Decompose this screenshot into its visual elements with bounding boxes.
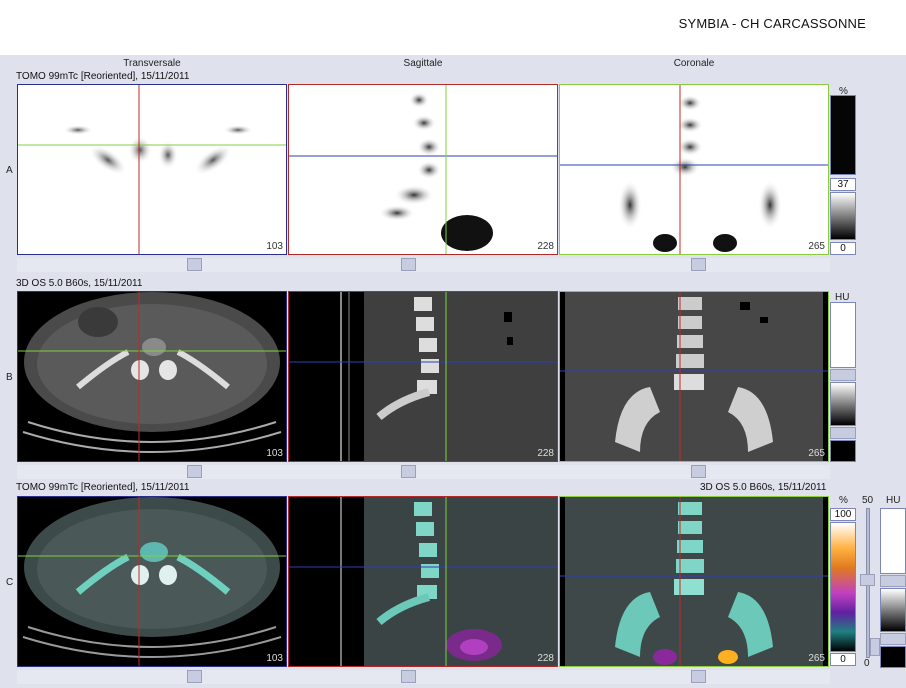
slice-slider-a-coronal[interactable] — [691, 258, 706, 271]
slice-number: 265 — [808, 653, 825, 664]
slider-track-c — [17, 670, 830, 684]
column-title-coronal: Coronale — [673, 58, 715, 69]
fusion-coronal-image — [560, 497, 828, 666]
row-label-a: A — [6, 165, 13, 176]
window-handle-b-upper[interactable] — [830, 369, 856, 381]
spect-coronal-image — [560, 85, 828, 254]
series-label-row-b: 3D OS 5.0 B60s, 15/11/2011 — [16, 278, 143, 289]
slice-number: 103 — [266, 241, 283, 252]
spect-sagittal-image — [289, 85, 557, 254]
colorbar-c-hu-lower — [880, 646, 906, 668]
ct-coronal-image — [560, 292, 828, 461]
slice-slider-c-sagittal[interactable] — [401, 670, 416, 683]
scale-c-hu-unit: HU — [886, 495, 901, 506]
window-handle-b-lower[interactable] — [830, 427, 856, 439]
scale-c-opacity-value: 50 — [862, 495, 874, 506]
slice-number: 265 — [808, 448, 825, 459]
window-handle-c-upper[interactable] — [880, 575, 906, 587]
viewport-c-transverse[interactable]: 103 — [17, 496, 287, 667]
slider-track-a — [17, 258, 830, 272]
fusion-sagittal-image — [289, 497, 557, 666]
viewport-c-sagittal[interactable]: 228 — [288, 496, 558, 667]
slice-slider-b-coronal[interactable] — [691, 465, 706, 478]
colorbar-b-upper — [830, 302, 856, 368]
column-title-transverse: Transversale — [123, 58, 181, 69]
slice-slider-a-transverse[interactable] — [187, 258, 202, 271]
scale-c-pct-unit: % — [839, 495, 848, 506]
row-label-c: C — [6, 577, 14, 588]
colorbar-b-lower — [830, 440, 856, 462]
colorbar-c-hu-gradient — [880, 588, 906, 632]
slice-number: 228 — [537, 448, 554, 459]
colorbar-a-upper — [830, 95, 856, 175]
viewport-c-coronal[interactable]: 265 — [559, 496, 829, 667]
colorbar-b-gradient — [830, 382, 856, 426]
slice-slider-a-sagittal[interactable] — [401, 258, 416, 271]
viewport-b-transverse[interactable]: 103 — [17, 291, 287, 462]
colorbar-c-pet — [830, 522, 856, 652]
slice-number: 265 — [808, 241, 825, 252]
viewport-a-coronal[interactable]: 265 — [559, 84, 829, 255]
slice-number: 103 — [266, 448, 283, 459]
row-label-b: B — [6, 372, 13, 383]
viewport-b-sagittal[interactable]: 228 — [288, 291, 558, 462]
column-title-sagittal: Sagittale — [403, 58, 443, 69]
slice-slider-c-transverse[interactable] — [187, 670, 202, 683]
slice-number: 103 — [266, 653, 283, 664]
slice-slider-b-transverse[interactable] — [187, 465, 202, 478]
slider-track-b — [17, 465, 830, 479]
opacity-slider-lower-handle[interactable] — [870, 638, 880, 656]
ct-transverse-image — [18, 292, 286, 461]
institution-title: SYMBIA - CH CARCASSONNE — [678, 16, 866, 31]
scale-c-pct-bottom[interactable]: 0 — [830, 653, 856, 666]
colorbar-c-hu-upper — [880, 508, 906, 574]
window-handle-c-lower[interactable] — [880, 633, 906, 645]
slice-slider-c-coronal[interactable] — [691, 670, 706, 683]
viewport-a-transverse[interactable]: 103 — [17, 84, 287, 255]
series-label-row-c: TOMO 99mTc [Reoriented], 15/11/2011 — [16, 482, 190, 493]
scale-a-top-value[interactable]: 37 — [830, 178, 856, 191]
fusion-transverse-image — [18, 497, 286, 666]
scale-c-pct-top[interactable]: 100 — [830, 508, 856, 521]
ct-sagittal-image — [289, 292, 557, 461]
viewport-a-sagittal[interactable]: 228 — [288, 84, 558, 255]
series-label-row-c-right: 3D OS 5.0 B60s, 15/11/2011 — [700, 482, 827, 493]
scale-c-opacity-bottom: 0 — [864, 658, 870, 669]
scale-a-bottom-value[interactable]: 0 — [830, 242, 856, 255]
opacity-slider-handle[interactable] — [860, 574, 875, 586]
viewport-b-coronal[interactable]: 265 — [559, 291, 829, 462]
spect-transverse-image — [18, 85, 286, 254]
slice-number: 228 — [537, 241, 554, 252]
slice-number: 228 — [537, 653, 554, 664]
colorbar-a-lower — [830, 192, 856, 240]
slice-slider-b-sagittal[interactable] — [401, 465, 416, 478]
series-label-row-a: TOMO 99mTc [Reoriented], 15/11/2011 — [16, 71, 190, 82]
